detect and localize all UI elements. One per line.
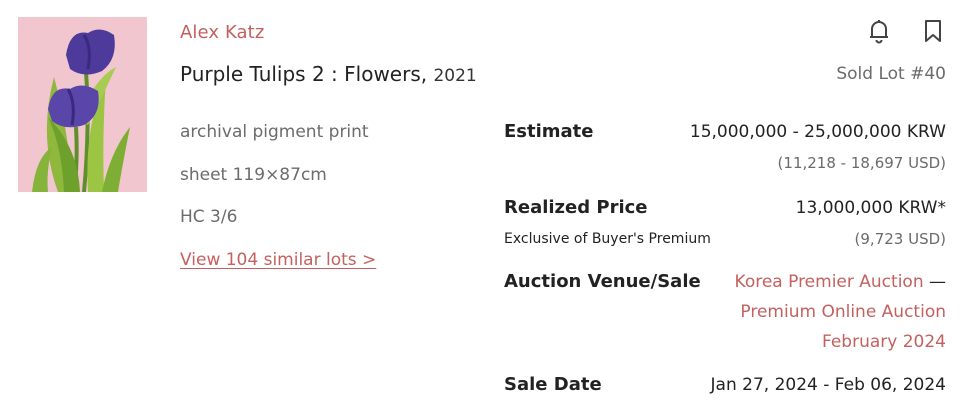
realized-usd: (9,723 USD) <box>854 230 946 248</box>
estimate-krw: 15,000,000 - 25,000,000 KRW <box>689 122 946 142</box>
estimate-usd: (11,218 - 18,697 USD) <box>777 154 946 172</box>
lot-status: Sold Lot #40 <box>836 64 946 84</box>
venue-link[interactable]: Korea Premier Auction <box>735 272 924 292</box>
artwork-medium: archival pigment print <box>180 122 369 142</box>
artwork-title: Purple Tulips 2 : Flowers, 2021 <box>180 62 477 86</box>
title-text: Purple Tulips 2 : Flowers, <box>180 62 428 86</box>
venue-line: Korea Premier Auction — <box>735 272 946 292</box>
venue-separator: — <box>923 272 946 292</box>
buyers-premium-note: Exclusive of Buyer's Premium <box>504 231 711 247</box>
artist-name[interactable]: Alex Katz <box>180 22 264 43</box>
realized-price-label: Realized Price <box>504 197 648 218</box>
similar-lots-link[interactable]: View 104 similar lots > <box>180 250 376 270</box>
sale-date-label: Sale Date <box>504 374 602 395</box>
realized-krw: 13,000,000 KRW* <box>795 198 946 218</box>
artwork-edition: HC 3/6 <box>180 207 238 227</box>
artwork-thumbnail[interactable] <box>18 17 147 192</box>
artwork-size: sheet 119×87cm <box>180 165 327 185</box>
bell-icon[interactable] <box>866 17 892 45</box>
estimate-label: Estimate <box>504 121 594 142</box>
sale-date-value: Jan 27, 2024 - Feb 06, 2024 <box>710 375 946 395</box>
auction-venue-label: Auction Venue/Sale <box>504 271 701 292</box>
artwork-year: 2021 <box>433 66 477 86</box>
sale-month-link[interactable]: February 2024 <box>822 332 946 352</box>
bookmark-icon[interactable] <box>920 17 946 45</box>
sale-name-link[interactable]: Premium Online Auction <box>740 302 946 322</box>
